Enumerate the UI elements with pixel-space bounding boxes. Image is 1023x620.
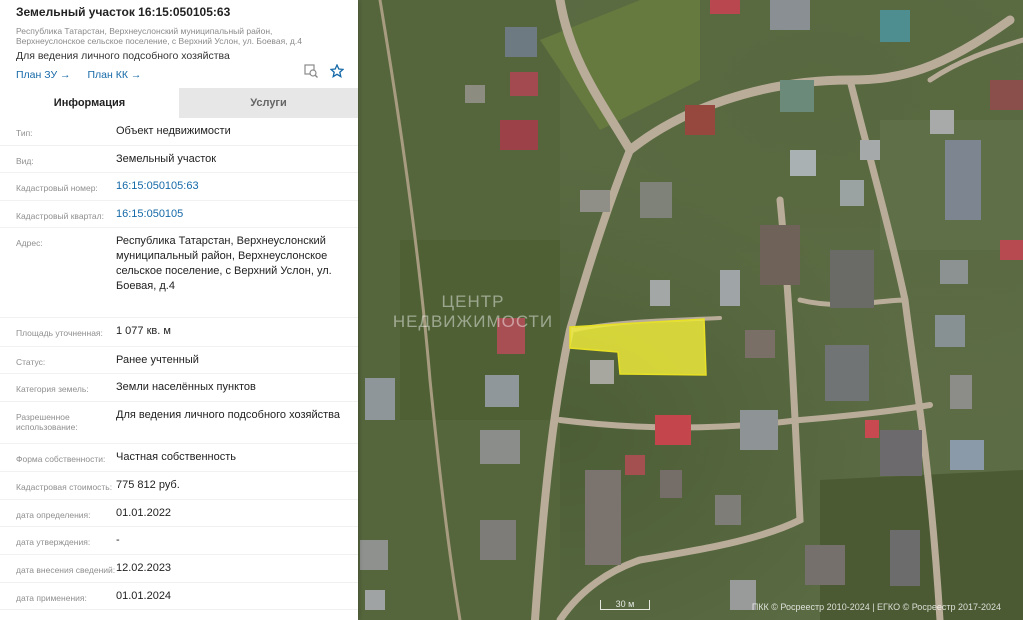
- info-panel: Земельный участок 16:15:050105:63 Респуб…: [0, 0, 358, 620]
- info-row-label: Форма собственности:: [16, 454, 106, 464]
- info-row: дата утверждения: -: [0, 527, 358, 555]
- info-row-value: -: [116, 534, 120, 546]
- info-row-value: Земли населённых пунктов: [116, 381, 256, 393]
- info-row: Тип: Объект недвижимости: [0, 118, 358, 146]
- info-row-value[interactable]: 16:15:050105: [116, 201, 358, 227]
- info-row: дата определения: 01.01.2022: [0, 500, 358, 527]
- info-row-label: Адрес:: [16, 238, 43, 248]
- header-actions: [304, 64, 344, 78]
- info-row-value: 01.01.2022: [116, 507, 172, 519]
- info-row-label: дата применения:: [16, 593, 87, 603]
- panel-tabs: Информация Услуги: [0, 88, 358, 118]
- info-row-label: Вид:: [16, 156, 34, 166]
- tab-info[interactable]: Информация: [0, 88, 179, 118]
- info-row-value: Для ведения личного подсобного хозяйства: [116, 409, 340, 421]
- info-row: Категория земель: Земли населённых пункто…: [0, 374, 358, 402]
- info-row: Адрес: Республика Татарстан, Верхнеуслонс…: [0, 228, 358, 318]
- info-row: Кадастровый квартал: 16:15:050105: [0, 201, 358, 228]
- info-row: Форма собственности: Частная собственност…: [0, 444, 358, 472]
- info-row: Статус: Ранее учтенный: [0, 347, 358, 374]
- info-row-value: 12.02.2023: [116, 562, 172, 574]
- map-copyright: ПКК © Росреестр 2010-2024 | ЕГКО © Росре…: [751, 602, 1001, 612]
- info-row-label: Статус:: [16, 357, 46, 367]
- parcel-purpose: Для ведения личного подсобного хозяйства: [16, 50, 230, 62]
- info-row-label: Кадастровый квартал:: [16, 211, 104, 221]
- info-row: Вид: Земельный участок: [0, 146, 358, 173]
- info-row-value: Земельный участок: [116, 153, 217, 165]
- map-scale: 30 м: [600, 600, 650, 610]
- star-icon[interactable]: [330, 64, 344, 78]
- info-row: дата применения: 01.01.2024: [0, 583, 358, 610]
- measure-icon[interactable]: [304, 64, 318, 78]
- info-row-value: 01.01.2024: [116, 590, 172, 602]
- info-row-value: Ранее учтенный: [116, 354, 199, 366]
- map-trees: [820, 470, 1023, 620]
- panel-header: Земельный участок 16:15:050105:63 Респуб…: [0, 0, 358, 88]
- info-row-label: Кадастровый номер:: [16, 183, 98, 193]
- info-row: Кадастровая стоимость: 775 812 руб.: [0, 472, 358, 500]
- info-row-label: дата внесения сведений:: [16, 565, 116, 575]
- info-row-value: Частная собственность: [116, 451, 237, 463]
- info-row-label: Площадь уточненная:: [16, 328, 103, 338]
- info-row-label: Разрешенное использование:: [16, 412, 78, 432]
- info-row: Площадь уточненная: 1 077 кв. м: [0, 318, 358, 347]
- parcel-title: Земельный участок 16:15:050105:63: [16, 5, 231, 19]
- parcel-address-short: Республика Татарстан, Верхнеуслонский му…: [16, 26, 302, 46]
- tab-services[interactable]: Услуги: [179, 88, 358, 118]
- info-row-value: Объект недвижимости: [116, 125, 231, 137]
- info-row-value[interactable]: 16:15:050105:63: [116, 173, 358, 200]
- info-row-label: дата определения:: [16, 510, 91, 520]
- map-watermark: ЦЕНТР НЕДВИЖИМОСТИ: [392, 292, 554, 331]
- info-row: Кадастровый номер: 16:15:050105:63: [0, 173, 358, 201]
- info-row: Разрешенное использование: Для ведения ли…: [0, 402, 358, 444]
- info-row: дата внесения сведений: 12.02.2023: [0, 555, 358, 583]
- info-table: Тип: Объект недвижимости Вид: Земельный уча…: [0, 118, 358, 620]
- plan-links: План ЗУ → План КК →: [16, 69, 342, 81]
- plan-zu-link[interactable]: План ЗУ →: [16, 69, 71, 81]
- info-row-value: 1 077 кв. м: [116, 325, 171, 337]
- info-row-label: дата утверждения:: [16, 537, 91, 547]
- info-row-value: Республика Татарстан, Верхнеуслонский му…: [116, 235, 332, 292]
- info-row-label: Кадастровая стоимость:: [16, 482, 113, 492]
- info-row-value: 775 812 руб.: [116, 479, 180, 491]
- info-row-label: Категория земель:: [16, 384, 89, 394]
- info-row-label: Тип:: [16, 128, 33, 138]
- plan-kk-link[interactable]: План КК →: [87, 69, 141, 81]
